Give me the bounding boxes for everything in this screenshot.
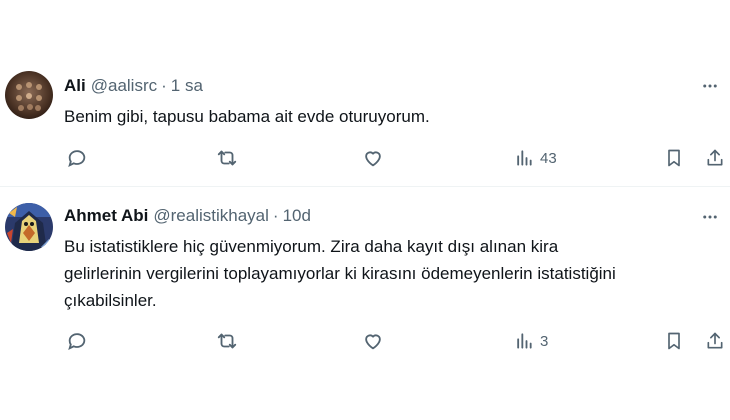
views-count: 43 <box>540 149 557 167</box>
views-button[interactable]: 3 <box>514 329 548 353</box>
display-name[interactable]: Ali <box>64 76 86 96</box>
display-name[interactable]: Ahmet Abi <box>64 206 148 226</box>
reply-button[interactable] <box>66 329 88 353</box>
share-button[interactable] <box>705 146 725 170</box>
tweet-text-line: çıkabilsinler. <box>64 291 157 310</box>
views-icon <box>517 150 532 166</box>
retweet-icon <box>217 150 237 166</box>
share-icon <box>707 332 723 349</box>
bookmark-icon <box>668 332 680 350</box>
more-options-icon <box>703 215 717 219</box>
retweet-button[interactable] <box>216 146 238 170</box>
tweet-text: Benim gibi, tapusu babama ait evde oturu… <box>64 107 430 126</box>
views-count: 3 <box>540 332 549 350</box>
tweet-text-line: Bu istatistiklere hiç güvenmiyorum. Zira… <box>64 237 559 256</box>
share-button[interactable] <box>705 329 725 353</box>
separator-dot: · <box>161 76 167 95</box>
timestamp[interactable]: 1 sa <box>171 76 203 96</box>
retweet-button[interactable] <box>216 329 238 353</box>
tweet-ali[interactable]: Ali @aalisrc · 1 sa Benim gibi, tapusu b… <box>0 58 730 186</box>
bookmark-icon <box>668 149 680 167</box>
more-options-button[interactable] <box>698 207 722 227</box>
reply-icon <box>68 333 86 351</box>
tweet-text-line: gelirlerinin vergilerini toplayamıyorlar… <box>64 264 616 283</box>
retweet-icon <box>217 333 237 349</box>
like-button[interactable] <box>362 146 384 170</box>
reply-button[interactable] <box>66 146 88 170</box>
bookmark-button[interactable] <box>664 146 684 170</box>
timestamp[interactable]: 10d <box>283 206 311 226</box>
like-button[interactable] <box>362 329 384 353</box>
reply-icon <box>68 150 86 168</box>
top-blank-area <box>0 0 730 58</box>
separator-dot: · <box>272 206 279 225</box>
bottom-blank-area <box>0 366 730 420</box>
share-icon <box>707 149 723 166</box>
avatar[interactable] <box>5 203 53 251</box>
avatar-photo-icon <box>5 71 53 119</box>
views-button[interactable]: 43 <box>514 146 557 170</box>
more-options-icon <box>703 84 717 88</box>
more-options-button[interactable] <box>698 76 722 96</box>
tweet-ahmet-abi[interactable]: Ahmet Abi @realistikhayal · 10d Bu istat… <box>0 186 730 366</box>
user-handle[interactable]: @realistikhayal <box>153 206 269 226</box>
tweet-header: Ahmet Abi @realistikhayal · 10d <box>64 205 311 227</box>
avatar[interactable] <box>5 71 53 119</box>
user-handle[interactable]: @aalisrc <box>91 76 157 96</box>
views-icon <box>517 333 532 349</box>
tweet-text: Bu istatistiklere hiç güvenmiyorum. Zira… <box>64 233 714 314</box>
bookmark-button[interactable] <box>664 329 684 353</box>
like-icon <box>365 334 381 350</box>
like-icon <box>365 151 381 167</box>
avatar-painting-icon <box>5 203 53 251</box>
tweet-header: Ali @aalisrc · 1 sa <box>64 75 203 97</box>
